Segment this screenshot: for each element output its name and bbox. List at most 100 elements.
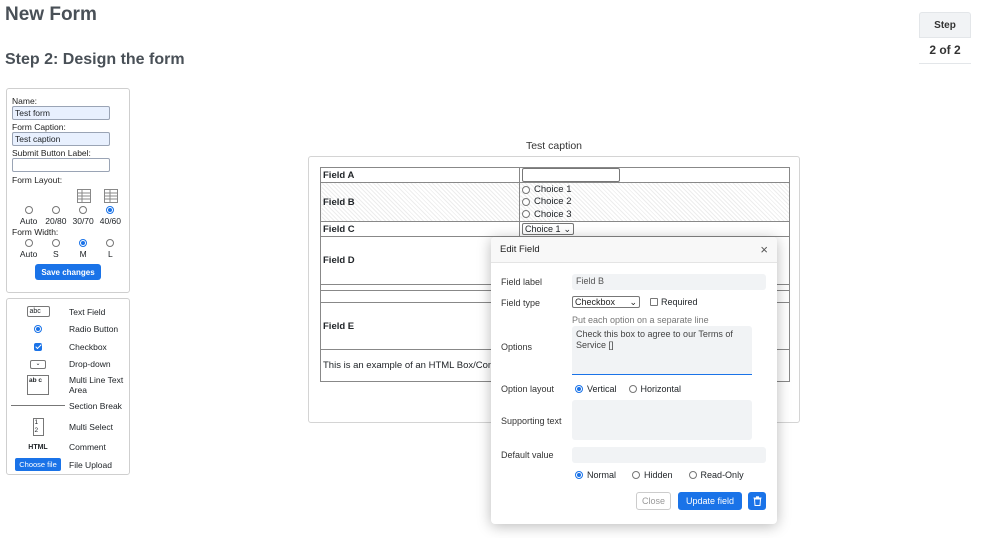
width-option-label: L <box>108 249 113 259</box>
palette-item-checkbox[interactable]: Checkbox <box>7 338 129 356</box>
layout-radio-40-60[interactable] <box>106 206 115 214</box>
form-row-field-c[interactable]: Field C Choice 1 ⌄ <box>320 221 790 237</box>
palette-item-dropdown[interactable]: ⌄ Drop-down <box>7 356 129 374</box>
width-radio-s[interactable] <box>51 239 60 247</box>
option-layout-vertical-radio[interactable] <box>575 385 583 393</box>
palette-item-label: Text Field <box>69 306 106 317</box>
close-icon[interactable]: × <box>760 242 768 257</box>
field-type-select[interactable]: Checkbox ⌄ <box>572 296 640 308</box>
width-radio-auto[interactable] <box>24 239 33 247</box>
field-label: Field E <box>320 302 520 350</box>
palette-item-comment[interactable]: HTML Comment <box>7 439 129 457</box>
required-checkbox[interactable]: Required <box>650 297 698 307</box>
options-label: Options <box>501 342 533 352</box>
html-icon: HTML <box>28 443 48 451</box>
width-option-labels: Auto S M L <box>15 249 124 259</box>
field-b-choice[interactable]: Choice 2 <box>522 196 787 208</box>
visibility-readonly-radio[interactable] <box>688 471 697 479</box>
field-c-select[interactable]: Choice 1 ⌄ <box>522 223 575 235</box>
chevron-down-icon: ⌄ <box>629 296 637 307</box>
default-value-label: Default value <box>501 450 554 460</box>
step-title: Step 2: Design the form <box>5 51 185 68</box>
update-field-button[interactable]: Update field <box>678 492 742 510</box>
submit-button-label-input[interactable] <box>12 158 110 172</box>
dropdown-icon: ⌄ <box>30 359 46 369</box>
edit-field-dialog: Edit Field × Field label Field B Field t… <box>491 237 777 524</box>
width-option-label: Auto <box>19 249 38 259</box>
layout-option-labels: Auto 20/80 30/70 40/60 <box>15 216 124 226</box>
radio-button-icon <box>34 325 42 334</box>
field-palette: abc Text Field Radio Button Checkbox ⌄ D… <box>6 298 130 475</box>
palette-item-label: Radio Button <box>69 324 119 335</box>
width-option-label: M <box>79 249 87 259</box>
palette-item-label: File Upload <box>69 459 112 470</box>
option-layout-horizontal-radio[interactable] <box>628 385 637 393</box>
palette-item-label: Comment <box>69 442 106 453</box>
radio-icon[interactable] <box>522 197 530 206</box>
required-label: Required <box>661 297 698 307</box>
trash-icon <box>753 496 761 506</box>
layout-label: Form Layout: <box>12 175 63 185</box>
dialog-header: Edit Field × <box>491 237 777 263</box>
form-row-field-a[interactable]: Field A <box>320 167 790 183</box>
palette-item-label: Multi Select <box>69 421 113 432</box>
palette-item-multi-select[interactable]: 1 2 Multi Select <box>7 415 129 439</box>
width-radio-row <box>15 237 124 249</box>
name-label: Name: <box>12 96 38 106</box>
layout-radio-auto[interactable] <box>24 206 33 214</box>
name-input[interactable]: Test form <box>12 106 110 120</box>
layout-radio-30-70[interactable] <box>79 206 88 214</box>
radio-icon[interactable] <box>522 210 530 219</box>
supporting-text-input[interactable] <box>572 400 752 440</box>
form-row-field-b[interactable]: Field B Choice 1 Choice 2 Choice 3 <box>320 182 790 222</box>
layout-radio-row <box>15 204 124 216</box>
form-caption: Test caption <box>525 140 583 152</box>
field-label: Field D <box>320 236 520 285</box>
page-title: New Form <box>5 4 97 25</box>
layout-radio-20-80[interactable] <box>51 206 60 214</box>
save-changes-button[interactable]: Save changes <box>35 264 101 280</box>
field-label-input[interactable]: Field B <box>572 274 766 290</box>
textarea-icon: ab c <box>27 375 49 395</box>
field-b-choice[interactable]: Choice 3 <box>522 208 787 220</box>
chevron-down-icon: ⌄ <box>563 223 572 234</box>
visibility-group: Normal Hidden Read-Only <box>575 470 744 480</box>
default-value-input[interactable] <box>572 447 766 463</box>
radio-label: Read-Only <box>700 470 744 480</box>
width-label: Form Width: <box>12 227 59 237</box>
layout-option-label: 30/70 <box>72 216 94 226</box>
palette-item-multiline[interactable]: ab c Multi Line Text Area <box>7 373 129 397</box>
choice-label: Choice 2 <box>534 196 572 208</box>
choice-label: Choice 1 <box>534 184 572 196</box>
options-textarea[interactable]: Check this box to agree to our Terms of … <box>572 326 752 375</box>
palette-item-label: Drop-down <box>69 359 111 370</box>
radio-label: Vertical <box>587 384 617 394</box>
checkbox-icon[interactable] <box>650 298 658 306</box>
layout-icons <box>16 188 124 204</box>
radio-icon[interactable] <box>522 185 530 194</box>
close-button[interactable]: Close <box>636 492 671 510</box>
field-label-label: Field label <box>501 277 543 287</box>
palette-item-radio-button[interactable]: Radio Button <box>7 321 129 339</box>
field-a-input[interactable] <box>522 168 620 182</box>
palette-item-file-upload[interactable]: Choose file File Upload <box>7 456 129 474</box>
option-layout-group: Vertical Horizontal <box>575 384 681 394</box>
palette-item-label: Multi Line Text Area <box>69 375 124 395</box>
radio-label: Horizontal <box>640 384 682 394</box>
select-value: Checkbox <box>575 297 616 307</box>
visibility-normal-radio[interactable] <box>575 471 583 479</box>
visibility-hidden-radio[interactable] <box>632 471 641 479</box>
field-b-choice[interactable]: Choice 1 <box>522 184 787 196</box>
palette-item-text-field[interactable]: abc Text Field <box>7 303 129 321</box>
dialog-title: Edit Field <box>500 244 540 255</box>
select-value: Choice 1 <box>525 224 561 234</box>
caption-input[interactable]: Test caption <box>12 132 110 146</box>
delete-field-button[interactable] <box>748 492 766 510</box>
width-radio-m[interactable] <box>79 239 88 247</box>
file-upload-icon[interactable]: Choose file <box>15 458 61 472</box>
width-radio-l[interactable] <box>106 239 115 247</box>
layout-option-label: 20/80 <box>45 216 67 226</box>
option-layout-label: Option layout <box>501 384 555 394</box>
palette-item-section-break[interactable]: Section Break <box>7 397 129 415</box>
multi-select-icon: 1 2 <box>32 417 44 436</box>
